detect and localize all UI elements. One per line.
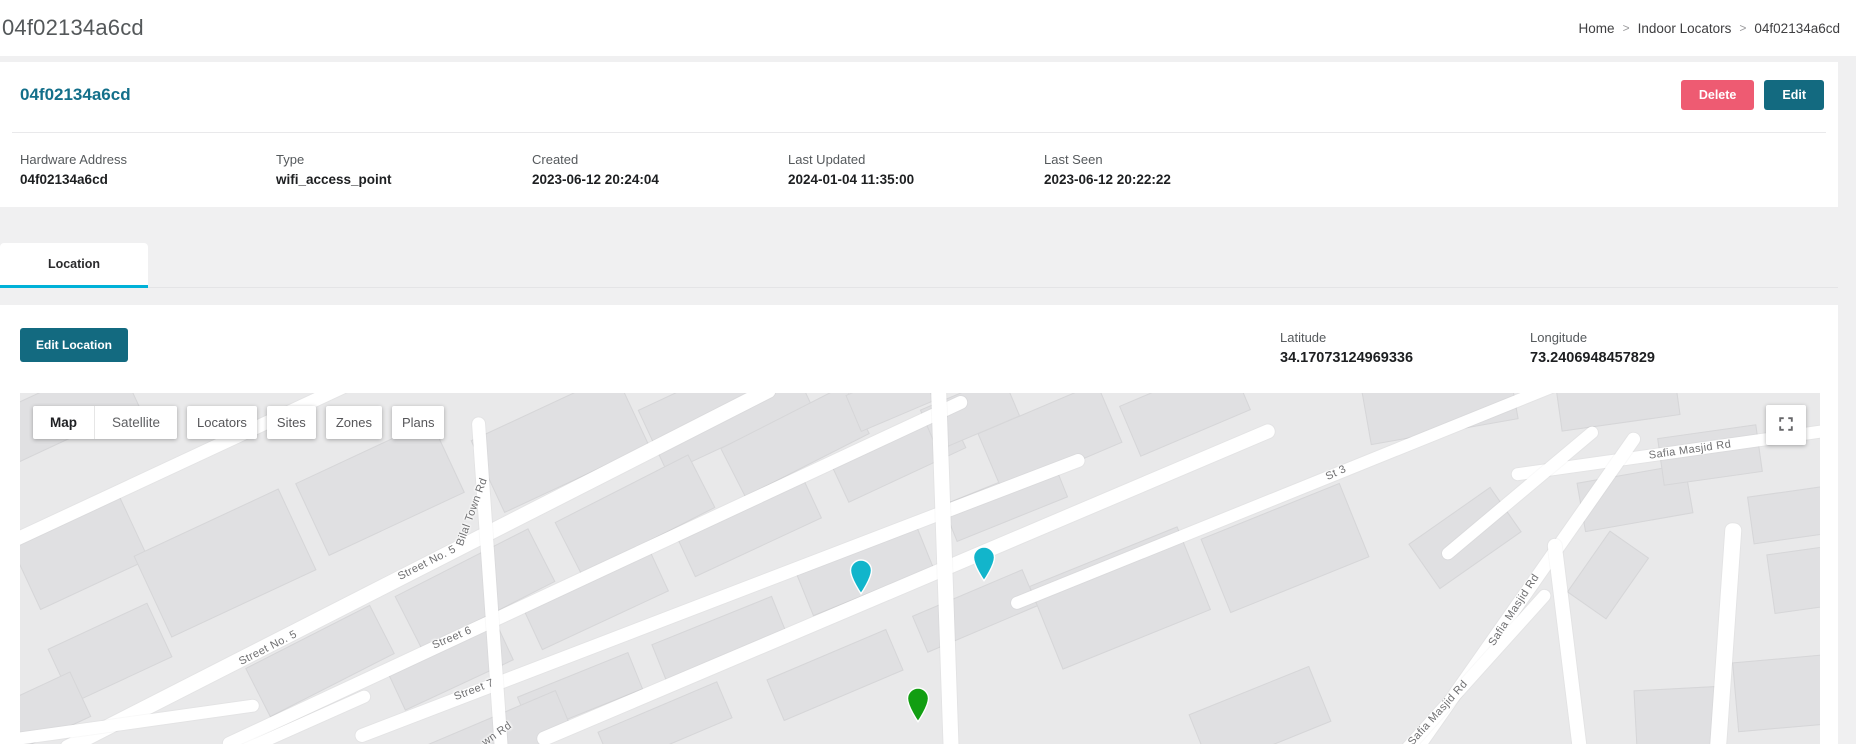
longitude-field: Longitude 73.2406948457829 <box>1530 328 1820 366</box>
edit-location-button[interactable]: Edit Location <box>20 328 128 362</box>
fullscreen-button[interactable] <box>1766 405 1806 445</box>
top-header-bar: 04f02134a6cd Home > Indoor Locators > 04… <box>0 0 1856 56</box>
latitude-field: Latitude 34.17073124969336 <box>1280 328 1530 366</box>
device-name-link[interactable]: 04f02134a6cd <box>20 85 131 105</box>
tab-bar: Location <box>0 243 1838 288</box>
breadcrumb-home[interactable]: Home <box>1579 21 1615 36</box>
map-building <box>1200 483 1369 613</box>
map-building <box>1766 542 1820 614</box>
breadcrumb-separator: > <box>1739 21 1746 35</box>
map-canvas[interactable]: Map Satellite Locators Sites Zones Plans… <box>20 393 1820 744</box>
locator-marker[interactable] <box>849 559 873 595</box>
breadcrumb: Home > Indoor Locators > 04f02134a6cd <box>1579 21 1840 36</box>
field-type: Type wifi_access_point <box>276 152 532 187</box>
sites-layer-button[interactable]: Sites <box>267 406 316 439</box>
map-building <box>1732 654 1820 732</box>
delete-button[interactable]: Delete <box>1681 80 1755 110</box>
zones-layer-button[interactable]: Zones <box>326 406 382 439</box>
map-type-map-button[interactable]: Map <box>33 406 94 439</box>
breadcrumb-indoor-locators[interactable]: Indoor Locators <box>1638 21 1732 36</box>
map-road <box>1440 424 1601 562</box>
location-panel: Edit Location Latitude 34.17073124969336… <box>0 305 1838 744</box>
tab-location[interactable]: Location <box>0 243 148 288</box>
latitude-value: 34.17073124969336 <box>1280 350 1530 366</box>
device-fields-row: Hardware Address 04f02134a6cd Type wifi_… <box>0 133 1838 207</box>
locators-layer-button[interactable]: Locators <box>187 406 257 439</box>
longitude-value: 73.2406948457829 <box>1530 350 1820 366</box>
fullscreen-icon <box>1777 415 1795 436</box>
breadcrumb-separator: > <box>1623 21 1630 35</box>
field-last-updated: Last Updated 2024-01-04 11:35:00 <box>788 152 1044 187</box>
page-title: 04f02134a6cd <box>2 15 144 41</box>
map-type-satellite-button[interactable]: Satellite <box>95 406 177 439</box>
device-marker[interactable] <box>906 687 930 723</box>
field-last-seen: Last Seen 2023-06-12 20:22:22 <box>1044 152 1300 187</box>
map-building <box>1567 531 1649 620</box>
field-hardware-address: Hardware Address 04f02134a6cd <box>20 152 276 187</box>
locator-marker[interactable] <box>972 546 996 582</box>
breadcrumb-current: 04f02134a6cd <box>1754 21 1840 36</box>
map-building <box>1029 526 1211 669</box>
map-building <box>133 488 316 637</box>
edit-button[interactable]: Edit <box>1764 80 1824 110</box>
street-label: Safia Masjid Rd <box>1406 678 1470 744</box>
map-building <box>1188 666 1331 744</box>
plans-layer-button[interactable]: Plans <box>392 406 445 439</box>
map-type-control: Map Satellite <box>33 406 177 439</box>
map-building <box>1555 393 1680 432</box>
map-building <box>295 420 465 556</box>
map-building <box>1747 486 1820 545</box>
field-created: Created 2023-06-12 20:24:04 <box>532 152 788 187</box>
device-summary-card: 04f02134a6cd Delete Edit Hardware Addres… <box>0 62 1838 207</box>
